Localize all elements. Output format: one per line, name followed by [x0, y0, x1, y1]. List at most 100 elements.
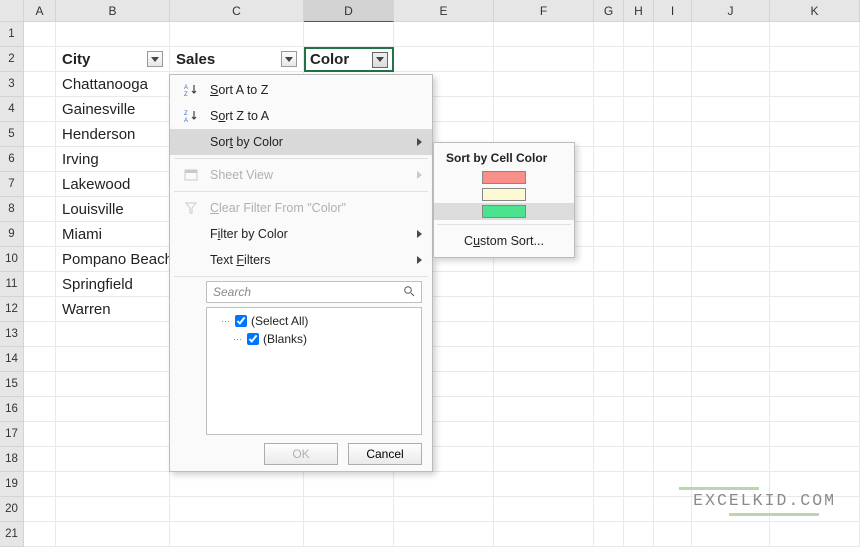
cell-H14[interactable]	[624, 347, 654, 372]
checkbox-select-all[interactable]	[235, 315, 247, 327]
cell-C19[interactable]	[170, 472, 304, 497]
cell-A15[interactable]	[24, 372, 56, 397]
cell-A21[interactable]	[24, 522, 56, 547]
cell-G5[interactable]	[594, 122, 624, 147]
cell-F11[interactable]	[494, 272, 594, 297]
cell-G12[interactable]	[594, 297, 624, 322]
select-all-corner[interactable]	[0, 0, 24, 22]
cell-E19[interactable]	[394, 472, 494, 497]
cell-A13[interactable]	[24, 322, 56, 347]
cell-J7[interactable]	[692, 172, 770, 197]
row-header-1[interactable]: 1	[0, 22, 24, 47]
cell-J3[interactable]	[692, 72, 770, 97]
cell-A20[interactable]	[24, 497, 56, 522]
cell-K21[interactable]	[770, 522, 860, 547]
row-header-16[interactable]: 16	[0, 397, 24, 422]
cell-H15[interactable]	[624, 372, 654, 397]
cell-A6[interactable]	[24, 147, 56, 172]
column-header-B[interactable]: B	[56, 0, 170, 22]
column-header-J[interactable]: J	[692, 0, 770, 22]
cell-K9[interactable]	[770, 222, 860, 247]
cell-A2[interactable]	[24, 47, 56, 72]
filter-dropdown-button[interactable]	[281, 51, 297, 67]
cell-C20[interactable]	[170, 497, 304, 522]
cell-A11[interactable]	[24, 272, 56, 297]
cell-H21[interactable]	[624, 522, 654, 547]
row-header-9[interactable]: 9	[0, 222, 24, 247]
cell-E2[interactable]	[394, 47, 494, 72]
cell-H3[interactable]	[624, 72, 654, 97]
cell-A10[interactable]	[24, 247, 56, 272]
cell-B7[interactable]: Lakewood	[56, 172, 170, 197]
cell-F13[interactable]	[494, 322, 594, 347]
cell-G4[interactable]	[594, 97, 624, 122]
cell-I10[interactable]	[654, 247, 692, 272]
row-header-8[interactable]: 8	[0, 197, 24, 222]
cell-K5[interactable]	[770, 122, 860, 147]
cell-J10[interactable]	[692, 247, 770, 272]
cell-K11[interactable]	[770, 272, 860, 297]
cell-G3[interactable]	[594, 72, 624, 97]
color-option-0[interactable]	[434, 169, 574, 186]
cell-F1[interactable]	[494, 22, 594, 47]
row-header-7[interactable]: 7	[0, 172, 24, 197]
cell-I13[interactable]	[654, 322, 692, 347]
cell-I4[interactable]	[654, 97, 692, 122]
cell-H16[interactable]	[624, 397, 654, 422]
cell-G17[interactable]	[594, 422, 624, 447]
cell-B14[interactable]	[56, 347, 170, 372]
cell-H20[interactable]	[624, 497, 654, 522]
cell-B5[interactable]: Henderson	[56, 122, 170, 147]
cell-D20[interactable]	[304, 497, 394, 522]
cell-F16[interactable]	[494, 397, 594, 422]
cell-G18[interactable]	[594, 447, 624, 472]
cell-F2[interactable]	[494, 47, 594, 72]
cell-D1[interactable]	[304, 22, 394, 47]
cell-K16[interactable]	[770, 397, 860, 422]
cell-J4[interactable]	[692, 97, 770, 122]
cell-I17[interactable]	[654, 422, 692, 447]
cell-B20[interactable]	[56, 497, 170, 522]
cell-I3[interactable]	[654, 72, 692, 97]
cell-K6[interactable]	[770, 147, 860, 172]
cell-C1[interactable]	[170, 22, 304, 47]
row-header-5[interactable]: 5	[0, 122, 24, 147]
cell-A9[interactable]	[24, 222, 56, 247]
cell-G19[interactable]	[594, 472, 624, 497]
menu-sort-za[interactable]: ZA Sort Z to A	[170, 103, 432, 129]
column-header-G[interactable]: G	[594, 0, 624, 22]
cell-F15[interactable]	[494, 372, 594, 397]
row-header-20[interactable]: 20	[0, 497, 24, 522]
cell-B6[interactable]: Irving	[56, 147, 170, 172]
cell-A12[interactable]	[24, 297, 56, 322]
cell-J8[interactable]	[692, 197, 770, 222]
row-header-21[interactable]: 21	[0, 522, 24, 547]
cell-I15[interactable]	[654, 372, 692, 397]
row-header-10[interactable]: 10	[0, 247, 24, 272]
color-option-2[interactable]	[434, 203, 574, 220]
cell-I1[interactable]	[654, 22, 692, 47]
cell-C21[interactable]	[170, 522, 304, 547]
row-header-15[interactable]: 15	[0, 372, 24, 397]
cell-I9[interactable]	[654, 222, 692, 247]
cell-F14[interactable]	[494, 347, 594, 372]
column-header-I[interactable]: I	[654, 0, 692, 22]
cell-B18[interactable]	[56, 447, 170, 472]
checkbox-blanks[interactable]	[247, 333, 259, 345]
cell-A14[interactable]	[24, 347, 56, 372]
cell-G10[interactable]	[594, 247, 624, 272]
cell-J21[interactable]	[692, 522, 770, 547]
row-header-17[interactable]: 17	[0, 422, 24, 447]
cell-I12[interactable]	[654, 297, 692, 322]
cell-A5[interactable]	[24, 122, 56, 147]
cell-H10[interactable]	[624, 247, 654, 272]
cell-K12[interactable]	[770, 297, 860, 322]
color-option-1[interactable]	[434, 186, 574, 203]
row-header-14[interactable]: 14	[0, 347, 24, 372]
cell-A4[interactable]	[24, 97, 56, 122]
cell-I7[interactable]	[654, 172, 692, 197]
cell-H2[interactable]	[624, 47, 654, 72]
cell-J13[interactable]	[692, 322, 770, 347]
column-header-E[interactable]: E	[394, 0, 494, 22]
cell-I19[interactable]	[654, 472, 692, 497]
